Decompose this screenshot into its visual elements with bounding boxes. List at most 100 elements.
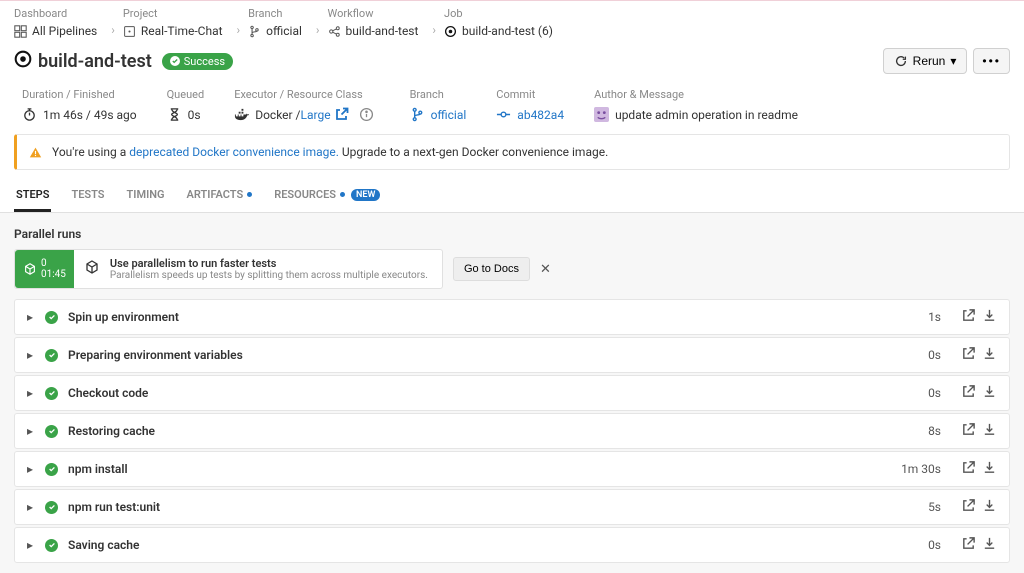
duration-value: 1m 46s / 49s ago xyxy=(43,108,137,122)
commit-link[interactable]: ab482a4 xyxy=(517,108,564,122)
banner-link[interactable]: deprecated Docker convenience image. xyxy=(129,145,339,159)
commit-label: Commit xyxy=(496,88,564,101)
branch-link[interactable]: official xyxy=(431,108,467,122)
caret-down-icon: ▾ xyxy=(950,54,956,68)
job-header: build-and-test Success Rerun ▾ ••• xyxy=(0,38,1024,88)
pipelines-icon xyxy=(14,25,27,38)
executor-link[interactable]: Large xyxy=(301,108,331,122)
step-duration: 0s xyxy=(928,538,941,552)
step-name: Spin up environment xyxy=(68,310,928,324)
more-actions-button[interactable]: ••• xyxy=(973,48,1010,74)
workflow-icon xyxy=(328,25,341,38)
status-success-icon xyxy=(45,425,58,438)
page-title: build-and-test xyxy=(38,51,152,72)
crumb-group: Dashboard xyxy=(14,7,97,20)
crumb-group: Workflow xyxy=(328,7,419,20)
external-link-icon xyxy=(334,107,349,122)
open-external-icon[interactable] xyxy=(961,384,976,402)
expand-arrow-icon[interactable]: ▸ xyxy=(27,348,35,362)
crumb-project[interactable]: Real-Time-Chat xyxy=(123,24,223,38)
dot-indicator-icon xyxy=(340,192,345,197)
download-icon[interactable] xyxy=(982,308,997,326)
status-success-icon xyxy=(45,463,58,476)
step-name: npm install xyxy=(68,462,901,476)
tabs: STEPS TESTS TIMING ARTIFACTS RESOURCESNE… xyxy=(0,182,1024,213)
step-name: npm run test:unit xyxy=(68,500,928,514)
step-row[interactable]: ▸ Preparing environment variables 0s xyxy=(14,337,1010,373)
tab-resources[interactable]: RESOURCESNEW xyxy=(272,182,382,212)
expand-arrow-icon[interactable]: ▸ xyxy=(27,500,35,514)
step-duration: 0s xyxy=(928,386,941,400)
branch-icon xyxy=(410,107,425,122)
tab-artifacts[interactable]: ARTIFACTS xyxy=(185,182,255,212)
commit-icon xyxy=(496,107,511,122)
deprecation-banner: You're using a deprecated Docker conveni… xyxy=(14,134,1010,170)
download-icon[interactable] xyxy=(982,498,997,516)
step-row[interactable]: ▸ npm install 1m 30s xyxy=(14,451,1010,487)
crumb-group: Branch xyxy=(248,7,302,20)
parallel-runs-title: Parallel runs xyxy=(14,227,1010,241)
tab-steps[interactable]: STEPS xyxy=(14,182,51,212)
info-icon[interactable] xyxy=(359,107,374,122)
steps-content: Parallel runs 001:45 Use parallelism to … xyxy=(0,213,1024,573)
step-row[interactable]: ▸ Restoring cache 8s xyxy=(14,413,1010,449)
check-icon xyxy=(170,56,180,66)
download-icon[interactable] xyxy=(982,422,997,440)
parallel-run-badge[interactable]: 001:45 xyxy=(15,250,74,288)
author-label: Author & Message xyxy=(594,88,798,101)
crumb-branch[interactable]: official xyxy=(248,24,302,38)
step-row[interactable]: ▸ Spin up environment 1s xyxy=(14,299,1010,335)
rerun-button[interactable]: Rerun ▾ xyxy=(883,48,968,74)
step-duration: 8s xyxy=(928,424,941,438)
commit-message: update admin operation in readme xyxy=(615,108,798,122)
branch-icon xyxy=(248,25,261,38)
step-row[interactable]: ▸ Saving cache 0s xyxy=(14,527,1010,563)
open-external-icon[interactable] xyxy=(961,460,976,478)
crumb-group: Job xyxy=(444,7,553,20)
download-icon[interactable] xyxy=(982,536,997,554)
parallelism-sub: Parallelism speeds up tests by splitting… xyxy=(110,270,428,281)
steps-list: ▸ Spin up environment 1s ▸ Preparing env… xyxy=(14,299,1010,563)
expand-arrow-icon[interactable]: ▸ xyxy=(27,538,35,552)
crumb-workflow[interactable]: build-and-test xyxy=(328,24,419,38)
refresh-icon xyxy=(894,54,908,68)
stopwatch-icon xyxy=(22,107,37,122)
chevron-right-icon: › xyxy=(237,23,241,37)
docker-icon xyxy=(234,107,249,122)
new-badge: NEW xyxy=(351,189,380,201)
step-duration: 0s xyxy=(928,348,941,362)
step-row[interactable]: ▸ npm run test:unit 5s xyxy=(14,489,1010,525)
executor-prefix: Docker / xyxy=(255,108,300,122)
status-success-icon xyxy=(45,349,58,362)
go-to-docs-button[interactable]: Go to Docs xyxy=(453,257,530,281)
expand-arrow-icon[interactable]: ▸ xyxy=(27,424,35,438)
open-external-icon[interactable] xyxy=(961,536,976,554)
crumb-all-pipelines[interactable]: All Pipelines xyxy=(14,24,97,38)
tab-tests[interactable]: TESTS xyxy=(69,182,106,212)
avatar-icon xyxy=(594,107,609,122)
open-external-icon[interactable] xyxy=(961,498,976,516)
status-badge: Success xyxy=(162,53,233,70)
cube-icon xyxy=(23,262,37,276)
chevron-right-icon: › xyxy=(111,23,115,37)
download-icon[interactable] xyxy=(982,384,997,402)
crumb-job[interactable]: build-and-test (6) xyxy=(444,24,553,38)
open-external-icon[interactable] xyxy=(961,308,976,326)
expand-arrow-icon[interactable]: ▸ xyxy=(27,310,35,324)
step-row[interactable]: ▸ Checkout code 0s xyxy=(14,375,1010,411)
tab-timing[interactable]: TIMING xyxy=(125,182,167,212)
open-external-icon[interactable] xyxy=(961,346,976,364)
warning-icon xyxy=(29,146,42,159)
open-external-icon[interactable] xyxy=(961,422,976,440)
step-duration: 1s xyxy=(928,310,941,324)
cube-outline-icon xyxy=(84,259,100,279)
expand-arrow-icon[interactable]: ▸ xyxy=(27,386,35,400)
status-success-icon xyxy=(45,311,58,324)
expand-arrow-icon[interactable]: ▸ xyxy=(27,462,35,476)
job-meta: Duration / Finished 1m 46s / 49s ago Que… xyxy=(0,88,1024,134)
status-success-icon xyxy=(45,387,58,400)
banner-prefix: You're using a xyxy=(52,145,129,159)
download-icon[interactable] xyxy=(982,460,997,478)
close-icon[interactable]: ✕ xyxy=(540,262,551,277)
download-icon[interactable] xyxy=(982,346,997,364)
